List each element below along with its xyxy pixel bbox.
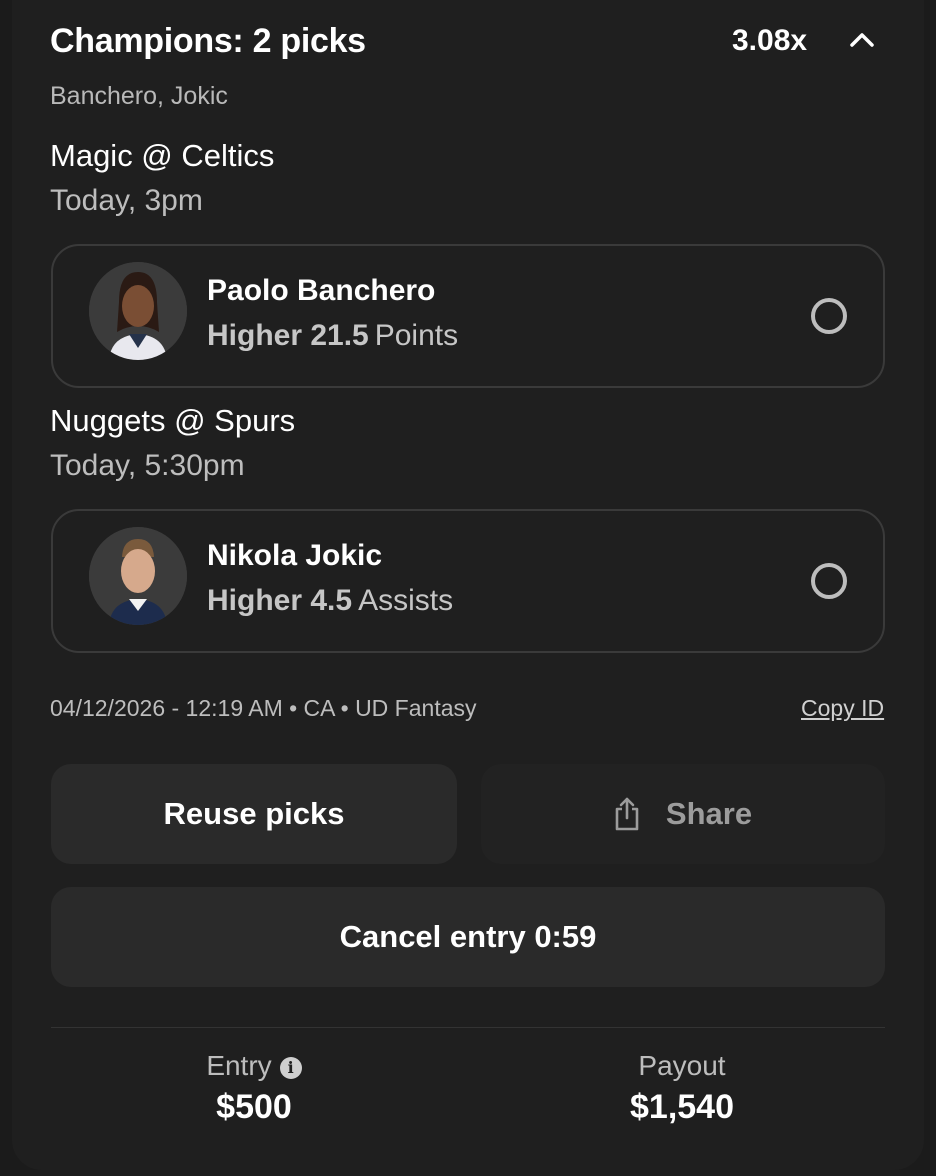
empty-circle-icon — [811, 563, 847, 599]
reuse-picks-label: Reuse picks — [163, 796, 345, 831]
pick-direction: Higher 21.5 — [207, 319, 369, 352]
pick-card[interactable]: Nikola Jokic Higher 4.5 Assists — [51, 509, 885, 653]
copy-id-link[interactable]: Copy ID — [801, 695, 884, 722]
share-button[interactable]: Share — [481, 764, 885, 864]
payout-label: Payout — [638, 1050, 726, 1081]
reuse-picks-button[interactable]: Reuse picks — [51, 764, 457, 864]
divider — [51, 1027, 885, 1028]
payout-multiplier: 3.08x — [732, 24, 808, 57]
players-summary: Banchero, Jokic — [50, 82, 228, 110]
chevron-up-icon[interactable] — [846, 26, 878, 54]
empty-circle-icon — [811, 298, 847, 334]
player-avatar — [89, 262, 187, 360]
game-time: Today, 5:30pm — [50, 449, 245, 482]
pick-card[interactable]: Paolo Banchero Higher 21.5 Points — [51, 244, 885, 388]
player-name: Paolo Banchero — [207, 274, 436, 307]
entry-label-row: Entry i — [104, 1050, 404, 1082]
player-avatar — [89, 527, 187, 625]
entry-title: Champions: 2 picks — [50, 22, 366, 60]
pick-line: Higher 21.5 Points — [207, 319, 458, 353]
share-label: Share — [665, 796, 753, 831]
player-name: Nikola Jokic — [207, 539, 383, 572]
pick-direction: Higher 4.5 — [207, 584, 353, 617]
pick-stat: Points — [374, 319, 459, 352]
entry-meta: 04/12/2026 - 12:19 AM • CA • UD Fantasy — [50, 695, 477, 721]
share-icon — [615, 797, 639, 831]
game-time: Today, 3pm — [50, 184, 203, 217]
pick-stat: Assists — [358, 584, 454, 617]
payout-amount: $1,540 — [630, 1088, 734, 1126]
pick-line: Higher 4.5 Assists — [207, 584, 453, 618]
entry-label: Entry — [206, 1050, 272, 1081]
game-matchup: Nuggets @ Spurs — [50, 403, 296, 438]
entry-amount: $500 — [216, 1088, 292, 1126]
cancel-entry-label: Cancel entry 0:59 — [339, 919, 597, 954]
info-icon[interactable]: i — [279, 1057, 302, 1079]
cancel-entry-button[interactable]: Cancel entry 0:59 — [51, 887, 885, 987]
game-matchup: Magic @ Celtics — [50, 138, 275, 173]
